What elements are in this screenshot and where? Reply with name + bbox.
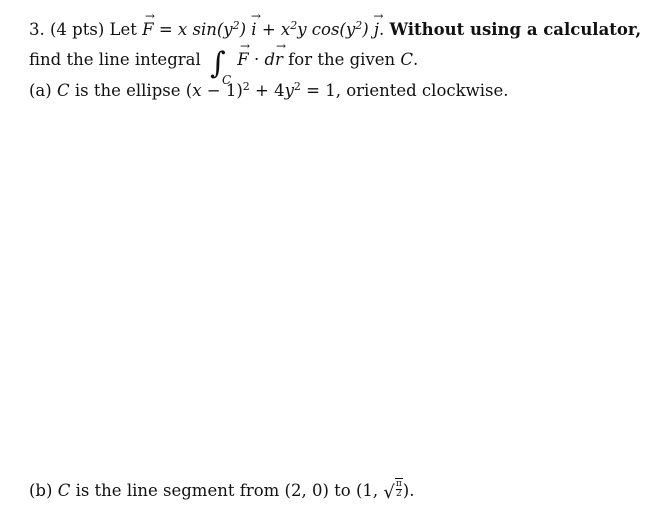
radical-icon: √	[383, 482, 395, 503]
vector-arrow-icon: →	[275, 39, 286, 53]
vector-arrow-icon: →	[239, 39, 250, 53]
let-word: Let	[109, 20, 137, 39]
part-a-label: (a)	[29, 81, 52, 100]
integral-sign: ∫ C	[210, 49, 231, 88]
term1: x sin(y2)	[177, 19, 247, 39]
dot-product: ·	[253, 50, 260, 69]
curve-c: C	[56, 81, 70, 100]
curve-c: C	[57, 481, 71, 500]
unit-vector-i: → i	[250, 9, 261, 39]
vector-arrow-icon: →	[373, 9, 383, 23]
part-b-label: (b)	[29, 481, 53, 500]
part-b: (b) C is the line segment from (2, 0) to…	[29, 478, 415, 503]
given-text: for the given	[288, 50, 396, 69]
vector-f: → F	[142, 10, 155, 40]
problem-statement-line-1: 3. (4 pts) Let → F = x sin(y2) → i + x2y c…	[29, 9, 642, 40]
line-integral-text: find the line integral	[29, 50, 201, 69]
vector-arrow-icon: →	[250, 9, 261, 23]
square-root: √ π 2	[383, 478, 403, 503]
term2: x2y cos(y2)	[280, 19, 369, 39]
vector-arrow-icon: →	[144, 9, 155, 23]
part-a: (a) C is the ellipse (x − 1)2 + 4y2 = 1,…	[29, 80, 509, 100]
instruction-bold: Without using a calculator,	[389, 20, 642, 39]
unit-vector-j: → j	[373, 9, 383, 39]
problem-statement-line-2: find the line integral ∫ C → F · d → r for t…	[29, 39, 418, 88]
equals-sign: =	[158, 20, 173, 39]
vector-f: → F	[237, 40, 250, 70]
vector-r: → r	[275, 39, 286, 69]
plus-sign: +	[261, 20, 276, 39]
problem-number: 3.	[29, 20, 45, 39]
differential-d: d	[264, 50, 276, 69]
curve-c: C	[400, 50, 414, 69]
problem-points: (4 pts)	[50, 20, 105, 39]
fraction: π2	[394, 478, 403, 499]
